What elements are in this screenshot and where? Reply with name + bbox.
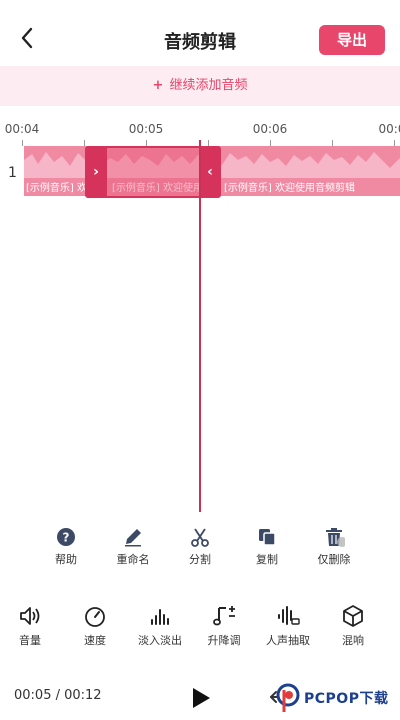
vocal-extract-label: 人声抽取 (266, 634, 310, 647)
effects-toolbar: 音量 速度 淡入淡出 升降调 人声抽取 混响 (0, 604, 400, 654)
speed-label: 速度 (84, 634, 106, 647)
volume-button[interactable]: 音量 (0, 604, 63, 648)
fade-label: 淡入淡出 (138, 634, 182, 647)
pitch-note-icon (213, 606, 235, 626)
scissors-icon (191, 528, 209, 547)
delete-label: 仅删除 (317, 553, 351, 566)
vocal-extract-icon (278, 606, 300, 625)
pitch-label: 升降调 (207, 634, 241, 647)
track-number: 1 (8, 165, 17, 181)
trim-handle-right[interactable]: ‹ (199, 146, 221, 198)
copy-label: 复制 (256, 553, 278, 566)
vocal-extract-button[interactable]: 人声抽取 (255, 604, 321, 648)
edit-toolbar: ? 帮助 重命名 分割 复制 仅删除 (0, 526, 400, 570)
mix-cube-icon (343, 605, 363, 627)
export-button[interactable]: 导出 (319, 25, 385, 55)
watermark-text: PCPOP下载 (304, 691, 389, 707)
watermark-logo-icon (276, 683, 300, 712)
help-button[interactable]: ? 帮助 (36, 526, 96, 567)
reverb-button[interactable]: 混响 (320, 604, 386, 648)
copy-icon (259, 529, 276, 546)
rename-label: 重命名 (116, 553, 150, 566)
clip-label: [示例音乐] 欢 (26, 183, 87, 194)
playback-time: 00:05 / 00:12 (14, 688, 102, 703)
playhead[interactable] (199, 140, 201, 512)
pencil-icon (125, 529, 141, 547)
svg-text:?: ? (63, 531, 70, 545)
help-icon: ? (57, 528, 75, 546)
trim-handle-left[interactable]: › (85, 146, 107, 198)
ruler-tick-label: 00:0 (378, 122, 400, 136)
fade-button[interactable]: 淡入淡出 (127, 604, 193, 648)
ruler-tick-label: 00:05 (128, 122, 164, 136)
split-button[interactable]: 分割 (170, 526, 230, 567)
add-audio-label: 继续添加音频 (169, 78, 248, 93)
ruler-tick-label: 00:04 (4, 122, 40, 136)
header: 音频剪辑 导出 (0, 0, 400, 66)
playback-bar: 00:05 / 00:12 PCPOP下载 (0, 676, 400, 720)
pitch-button[interactable]: 升降调 (191, 604, 257, 648)
clip-label: [示例音乐] 欢迎使用音频剪辑 (224, 183, 355, 194)
copy-button[interactable]: 复制 (237, 526, 297, 567)
ruler-tick-label: 00:06 (252, 122, 288, 136)
ruler-tick (22, 140, 23, 146)
watermark: PCPOP下载 (276, 678, 400, 718)
add-audio-button[interactable]: + 继续添加音频 (0, 66, 400, 106)
speed-button[interactable]: 速度 (62, 604, 128, 648)
help-label: 帮助 (55, 553, 77, 566)
reverb-label: 混响 (342, 634, 364, 647)
trash-icon (326, 528, 345, 547)
split-label: 分割 (189, 553, 211, 566)
volume-label: 音量 (19, 634, 41, 647)
fade-bars-icon (151, 609, 169, 625)
delete-button[interactable]: 仅删除 (304, 526, 364, 567)
speed-gauge-icon (85, 607, 105, 627)
play-icon[interactable] (190, 686, 212, 710)
volume-icon (20, 607, 40, 625)
plus-icon: + (152, 78, 164, 93)
rename-button[interactable]: 重命名 (103, 526, 163, 567)
